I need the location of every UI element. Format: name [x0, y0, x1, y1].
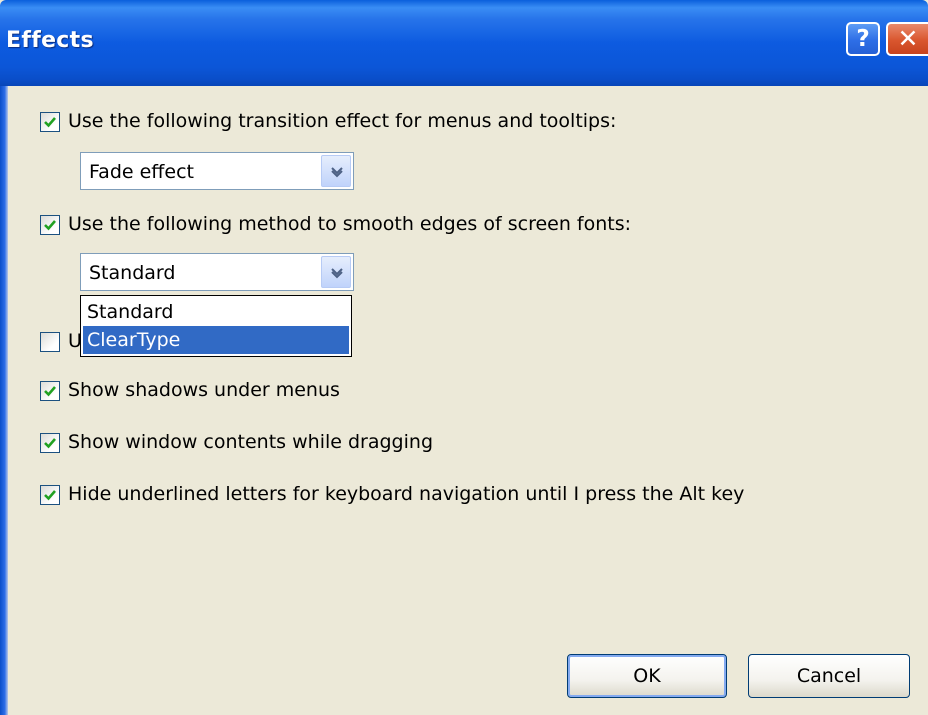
font-smoothing-dropdown-button[interactable] [321, 256, 351, 288]
dropdown-option-standard[interactable]: Standard [83, 298, 349, 326]
font-smoothing-dropdown-list: Standard ClearType [80, 295, 352, 357]
transition-effect-value: Fade effect [89, 161, 194, 183]
menu-shadows-label[interactable]: Show shadows under menus [68, 379, 340, 401]
ok-button[interactable]: OK [567, 654, 727, 698]
window-frame-left [0, 86, 8, 715]
transition-effect-combo[interactable]: Fade effect [80, 152, 354, 190]
chevron-down-icon [331, 167, 343, 178]
close-x-icon: ✕ [897, 24, 919, 53]
transition-dropdown-button[interactable] [321, 155, 351, 187]
checkmark-icon [44, 438, 56, 449]
chevron-down-icon [331, 268, 343, 279]
drag-contents-label[interactable]: Show window contents while dragging [68, 431, 433, 453]
help-button[interactable]: ? [846, 22, 880, 56]
hide-underlines-label[interactable]: Hide underlined letters for keyboard nav… [68, 483, 744, 505]
smooth-edges-checkbox[interactable] [40, 215, 60, 235]
cancel-button[interactable]: Cancel [748, 654, 910, 698]
font-smoothing-value: Standard [89, 262, 176, 284]
checkmark-icon [44, 490, 56, 501]
checkmark-icon [44, 220, 56, 231]
dialog-title: Effects [6, 28, 94, 53]
effects-dialog: Effects ? ✕ Use the following transition… [0, 0, 928, 715]
title-bar[interactable]: Effects ? ✕ [0, 0, 928, 86]
transition-effect-label[interactable]: Use the following transition effect for … [68, 110, 616, 132]
question-mark-icon: ? [856, 26, 870, 52]
checkmark-icon [44, 386, 56, 397]
drag-contents-checkbox[interactable] [40, 433, 60, 453]
smooth-edges-label[interactable]: Use the following method to smooth edges… [68, 213, 631, 235]
font-smoothing-combo[interactable]: Standard [80, 253, 354, 291]
transition-effect-checkbox[interactable] [40, 112, 60, 132]
close-button[interactable]: ✕ [886, 22, 928, 56]
dropdown-option-cleartype[interactable]: ClearType [83, 326, 349, 354]
hide-underlines-checkbox[interactable] [40, 485, 60, 505]
large-icons-checkbox[interactable] [40, 332, 60, 352]
menu-shadows-checkbox[interactable] [40, 381, 60, 401]
checkmark-icon [44, 117, 56, 128]
